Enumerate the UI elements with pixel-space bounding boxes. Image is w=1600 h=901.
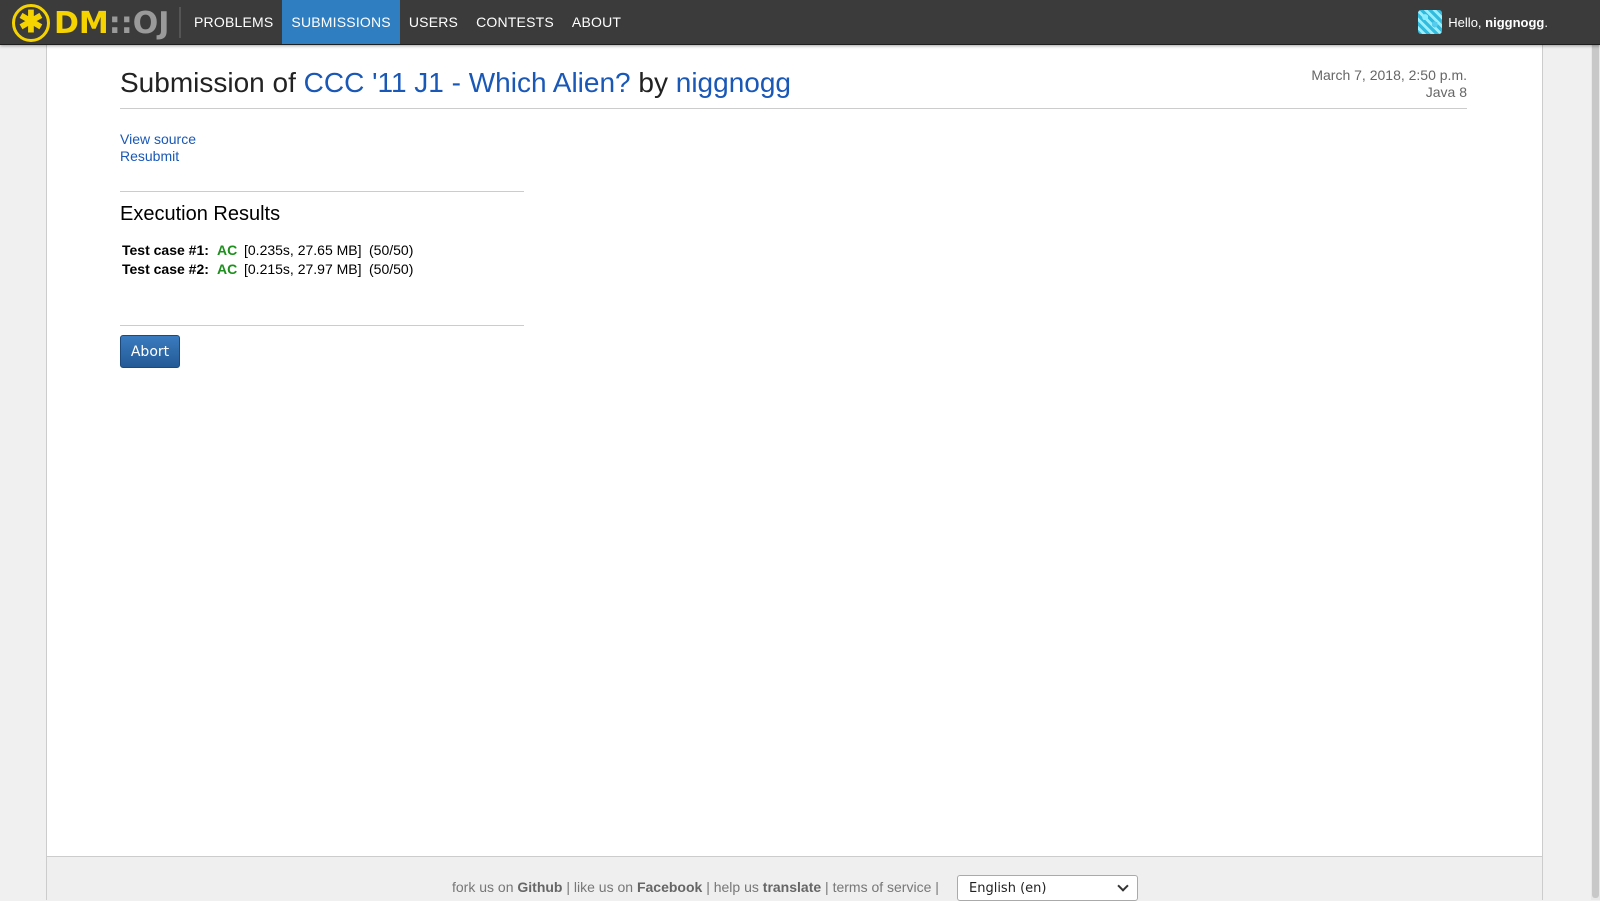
title-row: Submission of CCC '11 J1 - Which Alien? …: [120, 67, 1467, 109]
test-case-points: (50/50): [369, 261, 414, 277]
footer-help-text: help us: [713, 879, 759, 895]
test-case-resources: [0.235s, 27.65 MB]: [244, 242, 362, 258]
footer-links: fork us on Github | like us on Facebook …: [452, 879, 939, 895]
language-select-value: English (en): [969, 880, 1047, 896]
facebook-link[interactable]: Facebook: [637, 879, 702, 895]
nav-menu: PROBLEMS SUBMISSIONS USERS CONTESTS ABOU…: [185, 0, 630, 44]
page-content: Submission of CCC '11 J1 - Which Alien? …: [46, 45, 1543, 856]
footer-fork-text: fork us on: [452, 879, 514, 895]
divider: [120, 191, 524, 192]
logo-text: DM::OJ: [54, 5, 170, 41]
footer: fork us on Github | like us on Facebook …: [46, 856, 1543, 901]
execution-results-title: Execution Results: [120, 203, 281, 225]
navbar: ✱ DM::OJ PROBLEMS SUBMISSIONS USERS CONT…: [0, 0, 1600, 45]
user-link[interactable]: niggnogg: [676, 67, 791, 98]
github-link[interactable]: Github: [517, 879, 562, 895]
page-title: Submission of CCC '11 J1 - Which Alien? …: [120, 67, 791, 99]
title-by: by: [638, 67, 668, 98]
user-greeting: Hello,: [1448, 14, 1482, 30]
nav-divider: [179, 7, 181, 38]
test-case-list: Test case #1: AC [0.235s, 27.65 MB] (50/…: [122, 241, 413, 279]
translate-link[interactable]: translate: [763, 879, 821, 895]
test-case-row: Test case #1: AC [0.235s, 27.65 MB] (50/…: [122, 241, 413, 260]
footer-like-text: like us on: [573, 879, 634, 895]
submission-date: March 7, 2018, 2:50 p.m.: [1311, 67, 1467, 83]
nav-contests[interactable]: CONTESTS: [467, 0, 563, 44]
submission-actions: View source Resubmit: [120, 131, 196, 165]
divider: [120, 325, 524, 326]
test-case-row: Test case #2: AC [0.215s, 27.97 MB] (50/…: [122, 260, 413, 279]
footer-separator: |: [706, 879, 710, 895]
nav-submissions[interactable]: SUBMISSIONS: [282, 0, 400, 44]
scrollbar-thumb[interactable]: [1592, 0, 1599, 898]
scrollbar[interactable]: [1591, 0, 1600, 900]
nav-about[interactable]: ABOUT: [563, 0, 630, 44]
language-select[interactable]: English (en): [957, 875, 1138, 901]
nav-users[interactable]: USERS: [400, 0, 467, 44]
logo-asterisk-icon: ✱: [12, 4, 50, 42]
test-case-label: Test case #2:: [122, 261, 209, 277]
title-prefix: Submission of: [120, 67, 296, 98]
footer-separator: |: [566, 879, 571, 895]
test-case-resources: [0.215s, 27.97 MB]: [244, 261, 362, 277]
avatar-icon[interactable]: [1418, 10, 1443, 34]
nav-problems[interactable]: PROBLEMS: [185, 0, 282, 44]
status-badge: AC: [217, 261, 238, 277]
resubmit-link[interactable]: Resubmit: [120, 148, 196, 165]
chevron-down-icon: [1117, 880, 1129, 892]
user-greeting-suffix: .: [1544, 14, 1548, 30]
problem-link[interactable]: CCC '11 J1 - Which Alien?: [304, 67, 631, 98]
user-name[interactable]: niggnogg: [1485, 15, 1544, 30]
abort-button[interactable]: Abort: [120, 335, 180, 368]
status-badge: AC: [217, 242, 238, 258]
submission-language: Java 8: [1425, 84, 1467, 100]
submission-meta: March 7, 2018, 2:50 p.m. Java 8: [1311, 67, 1467, 101]
test-case-label: Test case #1:: [122, 242, 209, 258]
test-case-points: (50/50): [369, 242, 414, 258]
footer-separator: |: [935, 879, 939, 895]
site-logo[interactable]: ✱ DM::OJ: [12, 4, 169, 42]
footer-separator: |: [825, 879, 829, 895]
user-menu[interactable]: Hello, niggnogg.: [1418, 0, 1548, 44]
view-source-link[interactable]: View source: [120, 131, 196, 148]
terms-link[interactable]: terms of service: [833, 879, 932, 895]
